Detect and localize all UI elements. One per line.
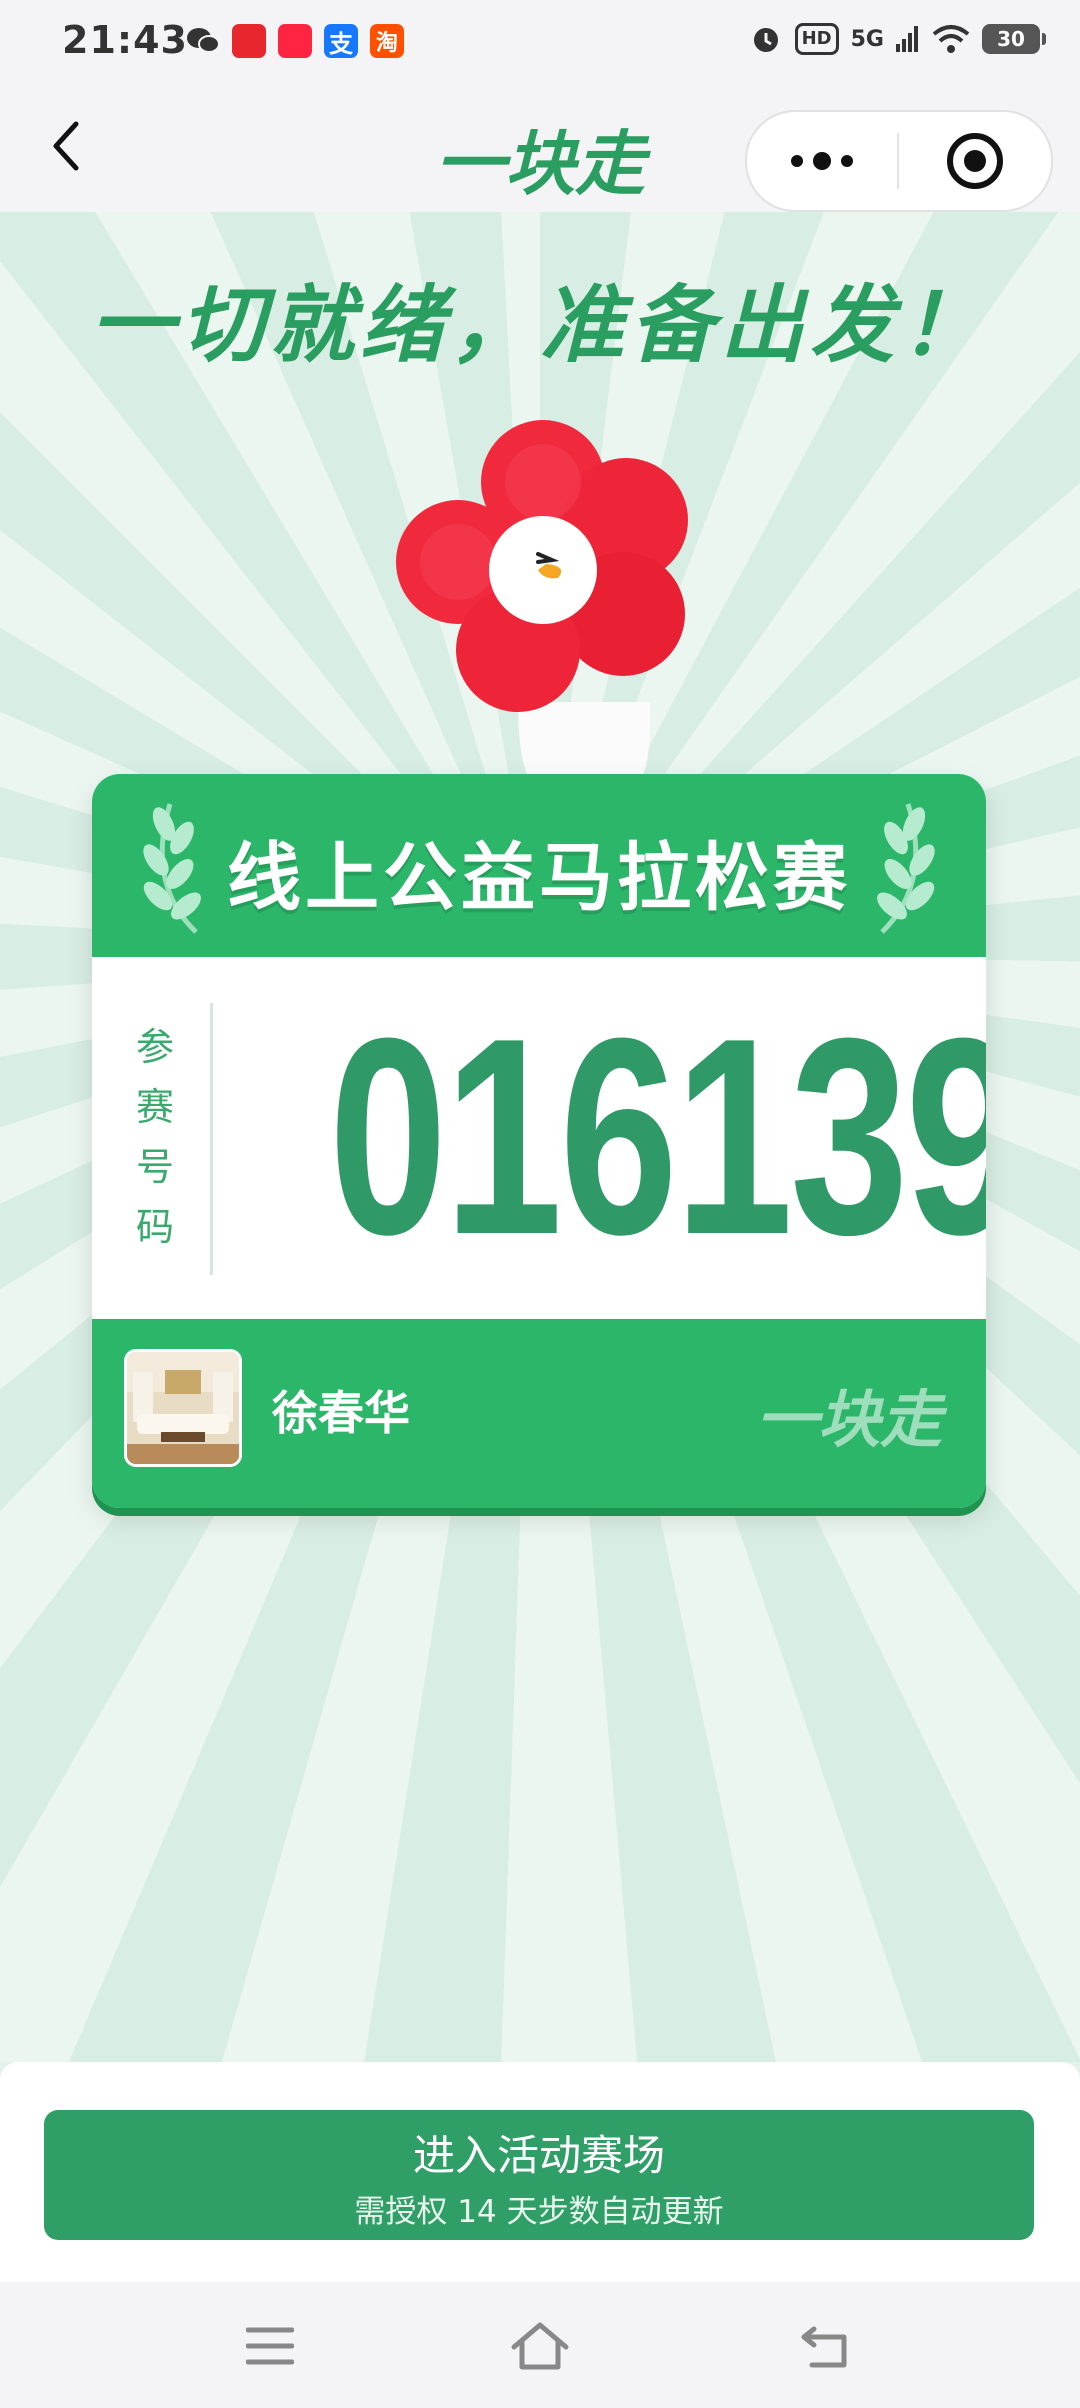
wifi-icon xyxy=(932,25,970,53)
close-miniprogram-button[interactable] xyxy=(899,112,1051,210)
network-label: 5G xyxy=(850,26,884,52)
more-dot-icon xyxy=(813,152,831,170)
avatar-image xyxy=(127,1352,239,1464)
taobao-icon: 淘 xyxy=(370,24,404,58)
bib-number: 016139 xyxy=(328,981,986,1293)
back-nav-button[interactable] xyxy=(796,2316,856,2376)
card-footer: 徐春华 一块走 xyxy=(92,1319,986,1508)
headline: 一切就绪，准备出发！ xyxy=(89,276,990,374)
back-arrow-icon xyxy=(801,2326,847,2368)
race-bib-card: 线上公益马拉松赛 参赛号码 016139 徐春华 一块走 xyxy=(92,774,986,1508)
more-dot-icon xyxy=(841,155,853,167)
battery-icon: 30 xyxy=(982,24,1046,54)
more-button[interactable] xyxy=(747,112,897,210)
flower-mascot-illustration xyxy=(396,420,688,792)
status-right: HD 5G 30 xyxy=(749,22,1046,56)
alipay-icon: 支 xyxy=(324,24,358,58)
enter-activity-button[interactable]: 进入活动赛场 需授权 14 天步数自动更新 xyxy=(44,2110,1034,2240)
laurel-right-icon xyxy=(877,803,935,934)
enter-activity-label: 进入活动赛场 xyxy=(412,2131,665,2180)
home-button[interactable] xyxy=(510,2316,570,2376)
bib-number-label: 参赛号码 xyxy=(128,1017,182,1257)
main-content: 一切就绪，准备出发！ 线上公益马拉松赛 参 赛 号 码 016139 徐春华 一… xyxy=(0,212,1080,2062)
bib-number-label-char: 码 xyxy=(135,1205,174,1249)
avatar xyxy=(124,1349,242,1467)
status-bar: 21:43 支 淘 HD 5G 30 xyxy=(0,0,1080,86)
menu-button[interactable] xyxy=(240,2316,300,2376)
xiaohongshu-icon xyxy=(278,24,312,58)
bib-number-label-char: 参 xyxy=(135,1025,174,1069)
card-title: 线上公益马拉松赛 xyxy=(227,835,851,921)
divider xyxy=(210,1003,213,1275)
bottom-panel: 进入活动赛场 需授权 14 天步数自动更新 xyxy=(0,2062,1080,2282)
card-header: 线上公益马拉松赛 xyxy=(92,774,986,957)
menu-icon xyxy=(246,2327,294,2365)
miniprogram-capsule xyxy=(745,110,1053,212)
status-time: 21:43 xyxy=(62,18,188,62)
alarm-icon xyxy=(753,28,778,52)
notification-icons: 支 淘 xyxy=(186,24,404,58)
home-icon xyxy=(511,2322,569,2370)
wechat-icon xyxy=(186,24,220,58)
taobao-red-icon xyxy=(232,24,266,58)
nav-bar: 一块走 xyxy=(0,86,1080,212)
bib-number-label-char: 号 xyxy=(135,1145,174,1189)
bib-number-label-char: 赛 xyxy=(135,1085,174,1129)
user-name: 徐春华 xyxy=(272,1386,410,1440)
signal-icon xyxy=(896,26,918,52)
hd-badge: HD xyxy=(794,23,839,55)
more-dot-icon xyxy=(791,155,803,167)
bib-number-section: 参赛号码 016139 xyxy=(92,957,986,1319)
brand-logo-watermark: 一块走 xyxy=(755,1383,942,1456)
target-icon xyxy=(947,133,1003,189)
enter-activity-sublabel: 需授权 14 天步数自动更新 xyxy=(354,2194,724,2230)
system-nav-bar xyxy=(0,2282,1080,2408)
